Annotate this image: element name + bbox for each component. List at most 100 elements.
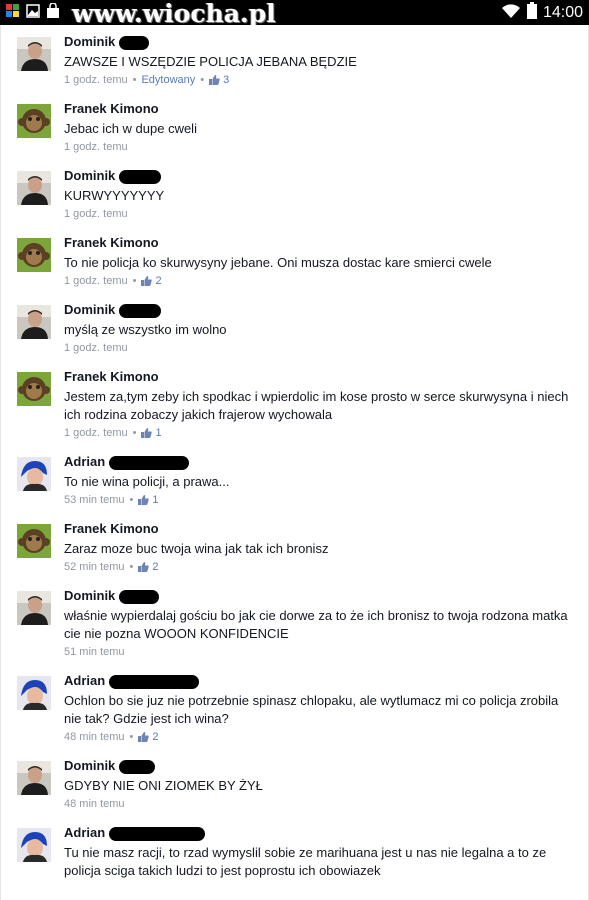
status-bar: www.wiocha.pl 14:00 — [0, 0, 589, 28]
avatar[interactable] — [17, 171, 51, 205]
comment-timestamp[interactable]: 1 godz. temu — [64, 141, 128, 153]
comment-timestamp[interactable]: 1 godz. temu — [64, 74, 128, 86]
comment-author[interactable]: Dominik — [64, 758, 115, 773]
meta-separator: • — [129, 561, 134, 573]
avatar[interactable] — [17, 37, 51, 71]
comment-body: Dominik GDYBY NIE ONI ZIOMEK BY ŻYŁ 48 min… — [64, 757, 572, 811]
thumbs-up-icon — [209, 74, 223, 86]
comment-text: ZAWSZE I WSZĘDZIE POLICJA JEBANA BĘDZIE — [64, 54, 357, 69]
avatar[interactable] — [17, 676, 51, 710]
shopping-bag-icon — [46, 2, 60, 19]
meta-separator: • — [129, 494, 134, 506]
comment-author[interactable]: Franek Kimono — [64, 521, 159, 536]
like-count[interactable]: 2 — [138, 731, 159, 743]
notification-icons — [6, 2, 60, 19]
redaction-mark — [109, 826, 206, 841]
thumbs-up-icon — [138, 561, 152, 573]
comment-meta: 1 godz. temu — [64, 207, 572, 221]
comment-body: Dominik ZAWSZE I WSZĘDZIE POLICJA JEBANA … — [64, 33, 572, 87]
comment-text: myślą ze wszystko im wolno — [64, 322, 227, 337]
comment-timestamp[interactable]: 1 godz. temu — [64, 427, 128, 439]
comment-timestamp[interactable]: 52 min temu — [64, 561, 125, 573]
comment-author[interactable]: Dominik — [64, 34, 115, 49]
comment-body: Franek Kimono Jebac ich w dupe cweli 1 god… — [64, 100, 572, 154]
comment-text: Ochlon bo sie juz nie potrzebnie spinasz… — [64, 693, 559, 726]
photo-icon — [26, 3, 40, 19]
comment-timestamp[interactable]: 48 min temu — [64, 798, 125, 810]
avatar[interactable] — [17, 591, 51, 625]
meta-separator: • — [132, 74, 137, 86]
clock: 14:00 — [542, 4, 583, 21]
like-count[interactable]: 2 — [138, 561, 159, 573]
avatar[interactable] — [17, 524, 51, 558]
comment-meta: 1 godz. temu • Edytowany • 3 — [64, 73, 572, 87]
like-count[interactable]: 3 — [209, 74, 229, 86]
avatar[interactable] — [17, 457, 51, 491]
comment-text: Jebac ich w dupe cweli — [64, 121, 197, 136]
comment-timestamp[interactable]: 53 min temu — [64, 494, 125, 506]
redaction-mark — [119, 759, 156, 774]
comment-meta: 53 min temu • 1 — [64, 493, 572, 507]
comment-timestamp[interactable]: 1 godz. temu — [64, 208, 128, 220]
like-number: 2 — [152, 561, 159, 573]
thumbs-up-icon — [138, 494, 152, 506]
redaction-mark — [109, 674, 200, 689]
comment-meta: 52 min temu • 2 — [64, 560, 572, 574]
comment-author[interactable]: Dominik — [64, 302, 115, 317]
like-count[interactable]: 1 — [141, 427, 162, 439]
comment-author[interactable]: Adrian — [64, 454, 105, 469]
comment-body: Dominik myślą ze wszystko im wolno 1 godz.… — [64, 301, 572, 355]
avatar[interactable] — [17, 104, 51, 138]
avatar[interactable] — [17, 828, 51, 862]
comment-meta: 1 godz. temu — [64, 140, 572, 154]
avatar[interactable] — [17, 305, 51, 339]
comment-body: Franek Kimono To nie policja ko skurwysyn… — [64, 234, 572, 288]
avatar[interactable] — [17, 372, 51, 406]
comment-meta: 51 min temu — [64, 645, 572, 659]
meta-separator: • — [132, 427, 137, 439]
comment-author[interactable]: Adrian — [64, 825, 105, 840]
like-number: 2 — [152, 731, 159, 743]
comment-text: Jestem za,tym zeby ich spodkac i wpierdo… — [64, 389, 569, 422]
comment-meta: 1 godz. temu • 1 — [64, 426, 572, 440]
edited-link[interactable]: Edytowany — [141, 74, 195, 86]
comment-timestamp[interactable]: 51 min temu — [64, 646, 125, 658]
comment-author[interactable]: Franek Kimono — [64, 235, 159, 250]
avatar[interactable] — [17, 238, 51, 272]
comment-body: Franek Kimono Zaraz moze buc twoja wina j… — [64, 520, 572, 574]
like-number: 2 — [155, 275, 162, 287]
comment-author[interactable]: Franek Kimono — [64, 101, 159, 116]
battery-icon — [526, 2, 537, 24]
comment-body: Adrian To nie wina policji, a prawa... 53 … — [64, 453, 572, 507]
avatar[interactable] — [17, 761, 51, 795]
meta-separator: • — [129, 731, 134, 743]
redaction-mark — [109, 455, 190, 470]
comment-body: Franek Kimono Jestem za,tym zeby ich spod… — [64, 368, 572, 440]
comment-timestamp[interactable]: 1 godz. temu — [64, 275, 128, 287]
comment-text: To nie policja ko skurwysyny jebane. Oni… — [64, 255, 492, 270]
like-number: 1 — [152, 494, 159, 506]
meta-separator: • — [200, 74, 205, 86]
wifi-icon — [501, 3, 521, 24]
redaction-mark — [119, 169, 162, 184]
comments-panel: Dominik ZAWSZE I WSZĘDZIE POLICJA JEBANA … — [0, 25, 589, 900]
comment-text: GDYBY NIE ONI ZIOMEK BY ŻYŁ — [64, 778, 263, 793]
comment-author[interactable]: Adrian — [64, 673, 105, 688]
comment-meta: 1 godz. temu — [64, 341, 572, 355]
redaction-mark — [119, 589, 160, 604]
comment-text: To nie wina policji, a prawa... — [64, 474, 230, 489]
comment-timestamp[interactable]: 48 min temu — [64, 731, 125, 743]
watermark: www.wiocha.pl — [72, 0, 276, 28]
like-count[interactable]: 1 — [138, 494, 159, 506]
comment-author[interactable]: Franek Kimono — [64, 369, 159, 384]
comment-author[interactable]: Dominik — [64, 168, 115, 183]
comment-body: Dominik KURWYYYYYYY 1 godz. temu — [64, 167, 572, 221]
redaction-mark — [119, 303, 162, 318]
like-number: 3 — [223, 74, 230, 86]
comment-body: Adrian Ochlon bo sie juz nie potrzebnie s… — [64, 672, 572, 744]
app-icon — [6, 3, 20, 19]
comment-author[interactable]: Dominik — [64, 588, 115, 603]
comment-timestamp[interactable]: 1 godz. temu — [64, 342, 128, 354]
like-count[interactable]: 2 — [141, 275, 162, 287]
comment-text: Tu nie masz racji, to rzad wymyslil sobi… — [64, 845, 547, 878]
